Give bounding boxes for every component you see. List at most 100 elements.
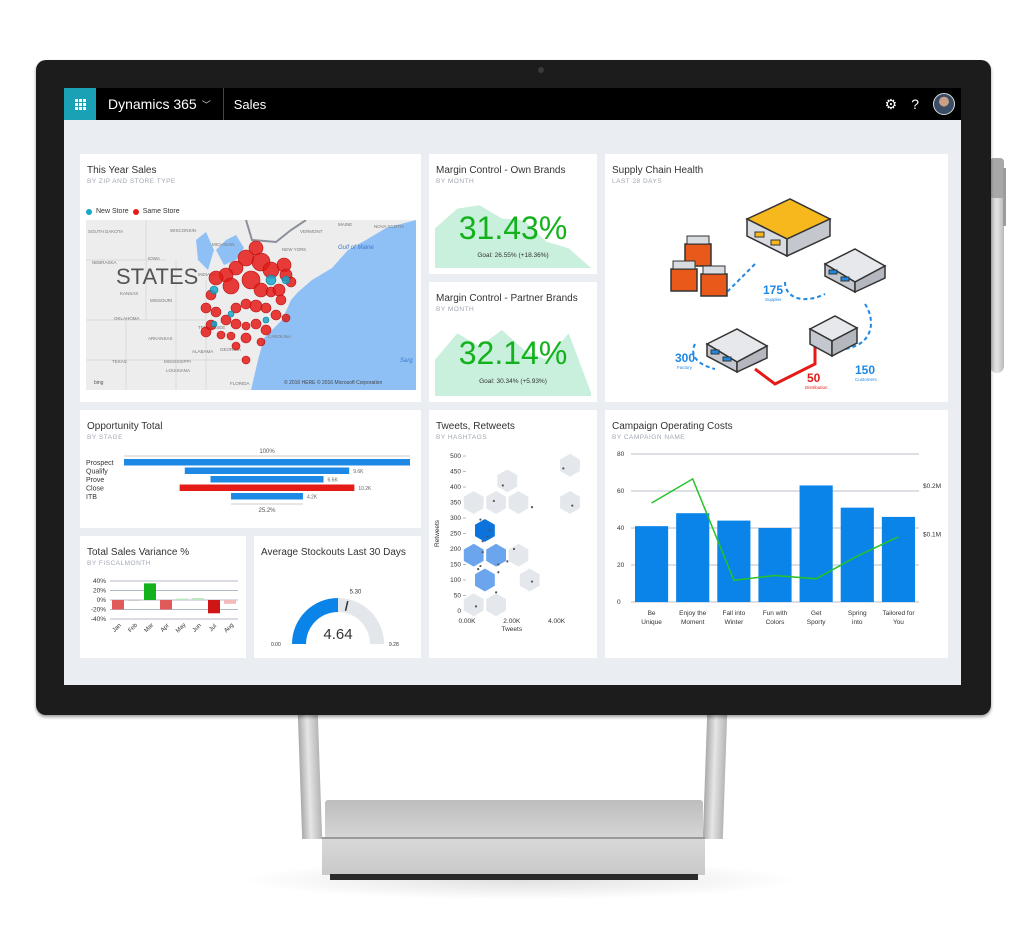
tile-subtitle: BY HASHTAGS	[436, 434, 488, 441]
device-base-front	[322, 837, 705, 875]
tile-margin-partner-brands[interactable]: Margin Control - Partner Brands BY MONTH…	[429, 282, 597, 402]
y-tick-label: 0%	[97, 597, 107, 604]
data-point	[479, 518, 482, 521]
campaign-bar	[840, 507, 874, 602]
sales-map[interactable]: STATES SOUTH DAKOTA WISCONSIN MICHIGAN I…	[86, 220, 416, 390]
y-tick-label: 300	[450, 515, 461, 522]
funnel-category-label: Qualify	[86, 469, 108, 476]
tile-this-year-sales[interactable]: This Year Sales BY ZIP AND STORE TYPE Ne…	[80, 154, 421, 402]
area-name[interactable]: Sales	[224, 97, 277, 112]
y-tick-label: 150	[450, 562, 461, 569]
kpi-value: 32.14%	[458, 335, 568, 371]
avatar[interactable]	[933, 93, 955, 115]
x-tick-label: Colors	[766, 619, 786, 626]
tile-subtitle: LAST 28 DAYS	[612, 178, 663, 185]
campaign-combo-chart: 0 20 40 60 80 $0.1M $0.2M Be Unique Enjoy the Mome…	[617, 451, 941, 626]
tile-opportunity-total[interactable]: Opportunity Total BY STAGE 100% Prospect Q…	[80, 410, 421, 528]
app-switcher[interactable]: Dynamics 365 ﹀	[96, 88, 224, 120]
y-tick-label: 20%	[93, 588, 106, 595]
map-bubble-same-store	[231, 341, 241, 351]
hexbin-cell	[518, 567, 541, 593]
funnel-value-label: 4.2K	[307, 495, 318, 501]
tile-title: Campaign Operating Costs	[612, 421, 733, 432]
svg-text:MAINE: MAINE	[338, 222, 352, 227]
map-bubble-same-store	[253, 282, 269, 298]
top-navigation-bar: Dynamics 365 ﹀ Sales ⚙ ?	[64, 88, 961, 120]
gauge-min-label: 0.00	[271, 642, 281, 648]
svg-text:MICHIGAN: MICHIGAN	[212, 242, 235, 247]
map-bubble-new-store	[209, 285, 219, 295]
map-water-label: Sarg	[400, 358, 413, 364]
tile-margin-own-brands[interactable]: Margin Control - Own Brands BY MONTH 31.…	[429, 154, 597, 274]
map-bubble-same-store	[241, 321, 251, 331]
hexbin-cell	[485, 542, 507, 568]
kpi-goal: Goal: 26.55% (+18.36%)	[477, 252, 549, 259]
data-point	[497, 571, 500, 574]
tile-subtitle: BY ZIP AND STORE TYPE	[87, 178, 176, 185]
map-bubble-same-store	[256, 337, 266, 347]
funnel-bottom-label: 25.2%	[258, 508, 276, 514]
tile-average-stockouts[interactable]: Average Stockouts Last 30 Days 5.30 0.00…	[254, 536, 421, 658]
tile-campaign-operating-costs[interactable]: Campaign Operating Costs BY CAMPAIGN NAM…	[605, 410, 948, 658]
campaign-bar	[758, 528, 792, 602]
svg-text:NEBRASKA: NEBRASKA	[92, 260, 117, 265]
tile-subtitle: BY STAGE	[87, 434, 123, 441]
map-bubble-same-store	[270, 309, 282, 321]
dashboard-screen: Dynamics 365 ﹀ Sales ⚙ ? This Year Sales…	[64, 88, 961, 685]
supplier-warehouse	[745, 198, 832, 258]
chevron-down-icon: ﹀	[201, 99, 211, 110]
tile-tweets-retweets[interactable]: Tweets, Retweets BY HASHTAGS 0 50 100 150 20…	[429, 410, 597, 658]
gear-icon[interactable]: ⚙	[885, 96, 898, 113]
variance-bar	[112, 600, 124, 610]
legend-dot-new-store	[86, 208, 92, 215]
x-tick-label: Aug	[223, 622, 235, 634]
x-tick-label: Fall into	[722, 610, 745, 617]
app-name: Dynamics 365	[108, 96, 197, 112]
y-tick-label: 200	[450, 546, 461, 553]
distribution-center	[808, 315, 859, 358]
y-tick-label: 0	[457, 608, 461, 615]
hexbin-cell	[474, 517, 496, 543]
kpi-value: 31.43%	[458, 210, 568, 246]
funnel-bar	[179, 484, 355, 491]
surface-pen-cap	[990, 158, 1004, 198]
device-base-vent	[330, 874, 698, 880]
x-tick-label: Be	[648, 610, 656, 617]
app-launcher-button[interactable]	[64, 88, 96, 120]
waffle-icon	[74, 98, 86, 110]
x-tick-label: Spring	[848, 610, 867, 617]
campaign-bar	[799, 485, 833, 602]
gauge-value: 4.64	[323, 626, 352, 643]
legend-label: New Store	[96, 208, 129, 215]
x-tick-label: Apr	[160, 623, 171, 634]
data-point	[486, 535, 489, 538]
data-point	[497, 563, 500, 566]
map-bubble-same-store	[281, 313, 291, 323]
x-tick-label: Jul	[208, 623, 218, 633]
customers-label: Customers	[855, 377, 878, 382]
funnel-value-label: 10.2K	[358, 486, 372, 492]
tile-supply-chain-health[interactable]: Supply Chain Health LAST 28 DAYS 175 Sup…	[605, 154, 948, 402]
svg-text:WISCONSIN: WISCONSIN	[170, 228, 196, 233]
y-axis-title: Retweets	[434, 519, 441, 547]
stockouts-gauge: 5.30 0.00 9.28 4.64	[271, 589, 399, 648]
data-point	[481, 551, 484, 554]
funnel-top-label: 100%	[259, 449, 275, 455]
map-bubble-new-store	[265, 274, 277, 286]
map-bubble-same-store	[208, 270, 224, 286]
svg-text:CAROLINA: CAROLINA	[268, 334, 291, 339]
svg-text:VERMONT: VERMONT	[300, 229, 323, 234]
supplier-label: Supplier	[765, 297, 782, 302]
campaign-bar	[717, 520, 751, 602]
tile-total-sales-variance[interactable]: Total Sales Variance % BY FISCALMONTH 40…	[80, 536, 246, 658]
tile-title: Total Sales Variance %	[87, 547, 190, 558]
opportunity-funnel-chart: 100% Prospect Qualify 9.6K Prove 6.6K Close 10.…	[86, 449, 410, 514]
tile-title: Supply Chain Health	[612, 165, 704, 176]
data-point	[530, 506, 534, 509]
y-tick-label: 400	[450, 484, 461, 491]
data-point	[501, 484, 504, 487]
tile-subtitle: BY CAMPAIGN NAME	[612, 434, 686, 441]
map-bubble-same-store	[240, 298, 252, 310]
help-icon[interactable]: ?	[911, 96, 919, 112]
svg-text:MISSISSIPPI: MISSISSIPPI	[164, 359, 191, 364]
